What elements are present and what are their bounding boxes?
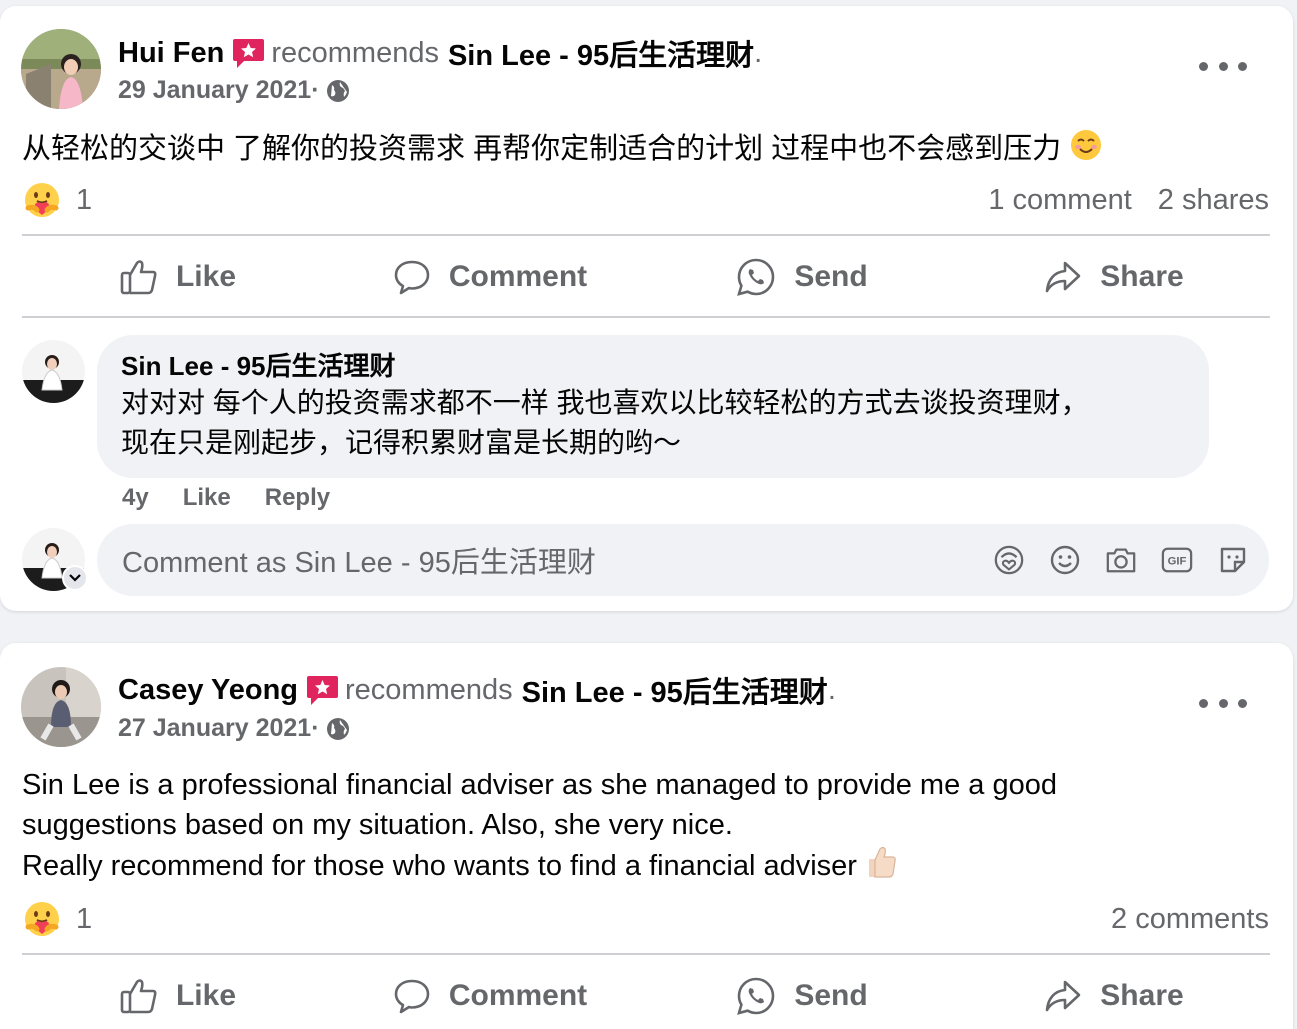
period: . bbox=[827, 673, 836, 706]
post-date[interactable]: 29 January 2021· bbox=[118, 76, 320, 105]
author-avatar[interactable] bbox=[21, 29, 101, 109]
share-button[interactable]: Share bbox=[958, 961, 1270, 1029]
whatsapp-icon bbox=[737, 977, 775, 1015]
post-header-line: Casey Yeong recommends Sin Lee - 95后生活理财… bbox=[118, 669, 836, 711]
post-card: Hui Fen recommends Sin Lee - 95后生活理财 . 2… bbox=[0, 6, 1293, 611]
comment-text-line: 现在只是刚起步，记得积累财富是长期的哟～ bbox=[121, 427, 682, 458]
share-label: Share bbox=[1100, 979, 1184, 1012]
share-button[interactable]: Share bbox=[958, 242, 1270, 312]
more-dot bbox=[1199, 698, 1208, 708]
send-button[interactable]: Send bbox=[646, 242, 958, 312]
recommends-text: recommends bbox=[271, 36, 439, 69]
comment-bubble-icon bbox=[394, 260, 430, 295]
reaction-count: 1 bbox=[76, 183, 93, 216]
page-name-link[interactable]: Sin Lee - 95后生活理财 bbox=[448, 32, 754, 74]
comment-input[interactable]: Comment as Sin Lee - 95后生活理财 bbox=[122, 539, 993, 581]
comment-composer[interactable]: Comment as Sin Lee - 95后生活理财 GIF bbox=[97, 524, 1269, 596]
more-options-button[interactable] bbox=[1199, 693, 1247, 713]
comment-age[interactable]: 4y bbox=[122, 484, 149, 512]
comment-meta: 4y Like Reply bbox=[122, 484, 330, 512]
smiling-face-icon bbox=[1069, 128, 1103, 173]
care-reaction-icon bbox=[25, 183, 59, 217]
more-dot bbox=[1218, 698, 1228, 708]
author-avatar[interactable] bbox=[21, 667, 101, 747]
globe-icon bbox=[326, 717, 349, 740]
author-name[interactable]: Casey Yeong bbox=[118, 674, 298, 707]
camera-icon[interactable] bbox=[1105, 544, 1137, 576]
svg-text:GIF: GIF bbox=[1168, 556, 1187, 568]
globe-icon bbox=[326, 79, 349, 102]
chevron-down-icon[interactable] bbox=[62, 565, 88, 591]
author-name[interactable]: Hui Fen bbox=[118, 37, 224, 70]
like-label: Like bbox=[175, 979, 237, 1012]
commenter-avatar[interactable] bbox=[22, 340, 85, 403]
reaction-count: 1 bbox=[76, 902, 93, 935]
sticker-icon[interactable] bbox=[1217, 544, 1249, 576]
care-reaction-icon bbox=[25, 902, 59, 936]
engagement-counts: 1 comment 2 shares bbox=[988, 184, 1269, 217]
avatar-sticker-icon[interactable] bbox=[993, 544, 1025, 576]
composer-tools: GIF bbox=[993, 544, 1249, 576]
post-header-line: Hui Fen recommends Sin Lee - 95后生活理财 . bbox=[118, 32, 762, 74]
share-arrow-icon bbox=[1045, 261, 1081, 293]
comment-button[interactable]: Comment bbox=[334, 242, 646, 312]
post-action-bar: Like Comment Send Share bbox=[22, 961, 1270, 1029]
more-dot bbox=[1238, 698, 1247, 708]
post-text-line: Really recommend for those who wants to … bbox=[22, 850, 857, 883]
like-label: Like bbox=[175, 260, 237, 293]
emoji-icon[interactable] bbox=[1049, 544, 1081, 576]
post-text-body: 从轻松的交谈中 了解你的投资需求 再帮你定制适合的计划 过程中也不会感到压力 bbox=[22, 133, 1062, 166]
comment-bubble: Sin Lee - 95后生活理财 对对对 每个人的投资需求都不一样 我也喜欢以… bbox=[97, 335, 1209, 478]
post-text-line-last: Really recommend for those who wants to … bbox=[22, 845, 1222, 890]
divider bbox=[22, 316, 1270, 318]
comment-bubble-icon bbox=[394, 979, 430, 1014]
comments-count-link[interactable]: 2 comments bbox=[1111, 903, 1269, 936]
whatsapp-icon bbox=[737, 258, 775, 296]
thumbs-up-icon bbox=[865, 845, 897, 890]
comment-author[interactable]: Sin Lee - 95后生活理财 bbox=[121, 349, 1185, 383]
period: . bbox=[754, 36, 763, 69]
reaction-summary[interactable]: 1 bbox=[22, 899, 92, 939]
comment-button[interactable]: Comment bbox=[334, 961, 646, 1029]
comment-text-line: 对对对 每个人的投资需求都不一样 我也喜欢以比较轻松的方式去谈投资理财， bbox=[121, 387, 1089, 418]
divider bbox=[22, 953, 1270, 955]
shares-count-link[interactable]: 2 shares bbox=[1158, 184, 1269, 217]
post-date-line: 27 January 2021· bbox=[118, 714, 350, 743]
send-button[interactable]: Send bbox=[646, 961, 958, 1029]
engagement-counts: 2 comments bbox=[1111, 903, 1269, 936]
like-button[interactable]: Like bbox=[22, 961, 334, 1029]
send-label: Send bbox=[794, 260, 868, 293]
recommends-text: recommends bbox=[345, 673, 513, 706]
share-arrow-icon bbox=[1045, 980, 1081, 1012]
post-action-bar: Like Comment Send Share bbox=[22, 242, 1270, 312]
recommendation-badge-icon bbox=[306, 674, 339, 707]
post-text-line: suggestions based on my situation. Also,… bbox=[22, 809, 733, 841]
post-card: Casey Yeong recommends Sin Lee - 95后生活理财… bbox=[0, 643, 1293, 1029]
more-dot bbox=[1238, 61, 1247, 71]
post-text: 从轻松的交谈中 了解你的投资需求 再帮你定制适合的计划 过程中也不会感到压力 bbox=[22, 128, 1222, 173]
reaction-summary[interactable]: 1 bbox=[22, 180, 92, 220]
more-dot bbox=[1218, 61, 1228, 71]
comment-label: Comment bbox=[448, 260, 588, 293]
divider bbox=[22, 234, 1270, 236]
comment-label: Comment bbox=[448, 979, 588, 1012]
gif-icon[interactable]: GIF bbox=[1161, 544, 1193, 576]
comment-reply-link[interactable]: Reply bbox=[265, 484, 330, 512]
post-text-line: Sin Lee is a professional financial advi… bbox=[22, 769, 1057, 801]
send-label: Send bbox=[794, 979, 868, 1012]
comment-like-link[interactable]: Like bbox=[183, 484, 231, 512]
page-name-link[interactable]: Sin Lee - 95后生活理财 bbox=[522, 669, 828, 711]
post-text: Sin Lee is a professional financial advi… bbox=[22, 765, 1222, 890]
more-options-button[interactable] bbox=[1199, 56, 1247, 76]
post-date[interactable]: 27 January 2021· bbox=[118, 714, 320, 743]
more-dot bbox=[1199, 61, 1208, 71]
like-button[interactable]: Like bbox=[22, 242, 334, 312]
post-date-line: 29 January 2021· bbox=[118, 76, 350, 105]
comments-count-link[interactable]: 1 comment bbox=[988, 184, 1131, 217]
thumbs-up-icon bbox=[120, 979, 157, 1014]
share-label: Share bbox=[1100, 260, 1184, 293]
recommendation-badge-icon bbox=[232, 37, 265, 70]
thumbs-up-icon bbox=[120, 260, 157, 295]
